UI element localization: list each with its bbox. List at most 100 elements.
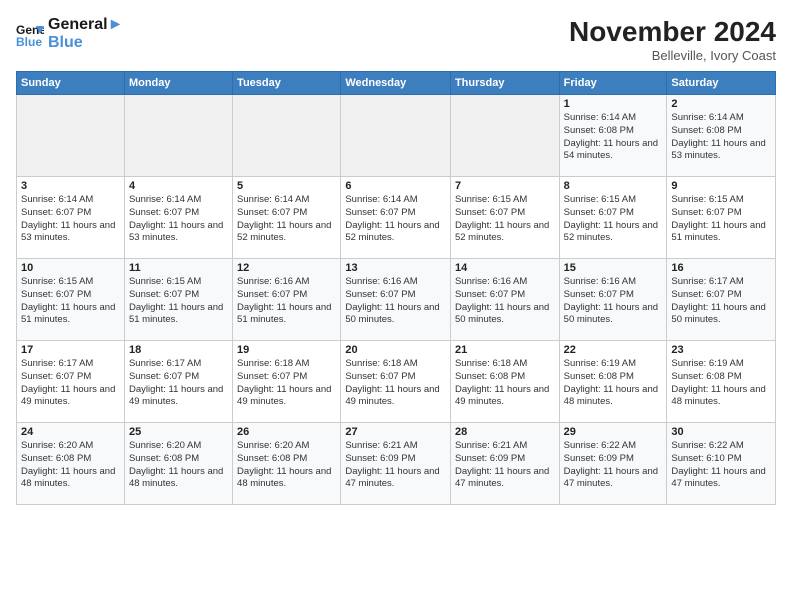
calendar-cell: 17 Sunrise: 6:17 AMSunset: 6:07 PMDayligh…	[17, 341, 125, 423]
calendar-cell: 20 Sunrise: 6:18 AMSunset: 6:07 PMDayligh…	[341, 341, 451, 423]
col-wednesday: Wednesday	[341, 72, 451, 95]
day-info: Sunrise: 6:15 AMSunset: 6:07 PMDaylight:…	[21, 276, 120, 327]
day-number: 29	[564, 426, 663, 438]
calendar-cell: 7 Sunrise: 6:15 AMSunset: 6:07 PMDaylight…	[450, 177, 559, 259]
day-info: Sunrise: 6:14 AMSunset: 6:07 PMDaylight:…	[345, 194, 446, 245]
calendar-cell	[450, 95, 559, 177]
calendar-cell: 6 Sunrise: 6:14 AMSunset: 6:07 PMDaylight…	[341, 177, 451, 259]
day-number: 12	[237, 262, 336, 274]
day-info: Sunrise: 6:19 AMSunset: 6:08 PMDaylight:…	[564, 358, 663, 409]
day-number: 15	[564, 262, 663, 274]
calendar-cell: 9Sunrise: 6:15 AMSunset: 6:07 PMDaylight…	[667, 177, 776, 259]
logo-icon: General Blue	[16, 20, 44, 48]
day-info: Sunrise: 6:16 AMSunset: 6:07 PMDaylight:…	[345, 276, 446, 327]
calendar-week-1: 1 Sunrise: 6:14 AMSunset: 6:08 PMDaylight…	[17, 95, 776, 177]
calendar-cell: 8 Sunrise: 6:15 AMSunset: 6:07 PMDaylight…	[559, 177, 667, 259]
day-number: 22	[564, 344, 663, 356]
calendar-cell: 13 Sunrise: 6:16 AMSunset: 6:07 PMDayligh…	[341, 259, 451, 341]
day-number: 4	[129, 180, 228, 192]
col-monday: Monday	[124, 72, 232, 95]
day-info: Sunrise: 6:18 AMSunset: 6:07 PMDaylight:…	[237, 358, 336, 409]
day-info: Sunrise: 6:22 AMSunset: 6:09 PMDaylight:…	[564, 440, 663, 491]
logo: General Blue General► Blue	[16, 16, 123, 51]
day-number: 26	[237, 426, 336, 438]
day-info: Sunrise: 6:16 AMSunset: 6:07 PMDaylight:…	[237, 276, 336, 327]
day-number: 7	[455, 180, 555, 192]
calendar-cell: 1 Sunrise: 6:14 AMSunset: 6:08 PMDaylight…	[559, 95, 667, 177]
calendar-week-2: 3Sunrise: 6:14 AMSunset: 6:07 PMDaylight…	[17, 177, 776, 259]
calendar-cell	[233, 95, 341, 177]
day-number: 17	[21, 344, 120, 356]
calendar-cell: 15Sunrise: 6:16 AMSunset: 6:07 PMDayligh…	[559, 259, 667, 341]
day-number: 27	[345, 426, 446, 438]
day-number: 23	[671, 344, 771, 356]
day-number: 30	[671, 426, 771, 438]
day-number: 8	[564, 180, 663, 192]
calendar-cell: 10 Sunrise: 6:15 AMSunset: 6:07 PMDayligh…	[17, 259, 125, 341]
day-info: Sunrise: 6:19 AMSunset: 6:08 PMDaylight:…	[671, 358, 771, 409]
calendar-cell: 14 Sunrise: 6:16 AMSunset: 6:07 PMDayligh…	[450, 259, 559, 341]
day-info: Sunrise: 6:17 AMSunset: 6:07 PMDaylight:…	[129, 358, 228, 409]
day-number: 5	[237, 180, 336, 192]
calendar-cell	[17, 95, 125, 177]
day-number: 14	[455, 262, 555, 274]
calendar-cell: 4Sunrise: 6:14 AMSunset: 6:07 PMDaylight…	[124, 177, 232, 259]
calendar-cell: 19 Sunrise: 6:18 AMSunset: 6:07 PMDayligh…	[233, 341, 341, 423]
day-info: Sunrise: 6:18 AMSunset: 6:07 PMDaylight:…	[345, 358, 446, 409]
calendar-cell: 26 Sunrise: 6:20 AMSunset: 6:08 PMDayligh…	[233, 423, 341, 505]
col-sunday: Sunday	[17, 72, 125, 95]
day-number: 2	[671, 98, 771, 110]
day-info: Sunrise: 6:22 AMSunset: 6:10 PMDaylight:…	[671, 440, 771, 491]
calendar-cell: 23 Sunrise: 6:19 AMSunset: 6:08 PMDayligh…	[667, 341, 776, 423]
calendar-header-row: Sunday Monday Tuesday Wednesday Thursday…	[17, 72, 776, 95]
day-info: Sunrise: 6:16 AMSunset: 6:07 PMDaylight:…	[455, 276, 555, 327]
day-number: 6	[345, 180, 446, 192]
calendar-cell: 5 Sunrise: 6:14 AMSunset: 6:07 PMDaylight…	[233, 177, 341, 259]
day-info: Sunrise: 6:14 AMSunset: 6:07 PMDaylight:…	[237, 194, 336, 245]
col-saturday: Saturday	[667, 72, 776, 95]
location: Belleville, Ivory Coast	[569, 48, 776, 63]
day-info: Sunrise: 6:15 AMSunset: 6:07 PMDaylight:…	[455, 194, 555, 245]
calendar-cell: 18Sunrise: 6:17 AMSunset: 6:07 PMDayligh…	[124, 341, 232, 423]
calendar-cell: 16 Sunrise: 6:17 AMSunset: 6:07 PMDayligh…	[667, 259, 776, 341]
day-number: 10	[21, 262, 120, 274]
calendar-week-3: 10 Sunrise: 6:15 AMSunset: 6:07 PMDayligh…	[17, 259, 776, 341]
day-info: Sunrise: 6:14 AMSunset: 6:08 PMDaylight:…	[671, 112, 771, 163]
logo-general: General	[48, 16, 108, 33]
logo-text-line2: Blue	[48, 34, 123, 52]
calendar-cell: 27 Sunrise: 6:21 AMSunset: 6:09 PMDayligh…	[341, 423, 451, 505]
day-info: Sunrise: 6:17 AMSunset: 6:07 PMDaylight:…	[671, 276, 771, 327]
page-header: General Blue General► Blue November 2024…	[16, 16, 776, 63]
day-info: Sunrise: 6:14 AMSunset: 6:08 PMDaylight:…	[564, 112, 663, 163]
day-info: Sunrise: 6:17 AMSunset: 6:07 PMDaylight:…	[21, 358, 120, 409]
day-info: Sunrise: 6:15 AMSunset: 6:07 PMDaylight:…	[564, 194, 663, 245]
day-info: Sunrise: 6:15 AMSunset: 6:07 PMDaylight:…	[671, 194, 771, 245]
logo-blue-arrow: ►	[108, 16, 124, 33]
calendar-week-5: 24 Sunrise: 6:20 AMSunset: 6:08 PMDayligh…	[17, 423, 776, 505]
calendar-cell: 21Sunrise: 6:18 AMSunset: 6:08 PMDayligh…	[450, 341, 559, 423]
day-number: 16	[671, 262, 771, 274]
day-number: 19	[237, 344, 336, 356]
day-number: 13	[345, 262, 446, 274]
day-info: Sunrise: 6:21 AMSunset: 6:09 PMDaylight:…	[455, 440, 555, 491]
day-number: 11	[129, 262, 228, 274]
month-title: November 2024	[569, 16, 776, 48]
day-info: Sunrise: 6:21 AMSunset: 6:09 PMDaylight:…	[345, 440, 446, 491]
calendar-week-4: 17 Sunrise: 6:17 AMSunset: 6:07 PMDayligh…	[17, 341, 776, 423]
day-number: 25	[129, 426, 228, 438]
calendar-cell	[341, 95, 451, 177]
calendar-cell	[124, 95, 232, 177]
title-area: November 2024 Belleville, Ivory Coast	[569, 16, 776, 63]
calendar-cell: 29 Sunrise: 6:22 AMSunset: 6:09 PMDayligh…	[559, 423, 667, 505]
day-info: Sunrise: 6:14 AMSunset: 6:07 PMDaylight:…	[21, 194, 120, 245]
day-info: Sunrise: 6:20 AMSunset: 6:08 PMDaylight:…	[237, 440, 336, 491]
day-number: 1	[564, 98, 663, 110]
calendar-cell: 30 Sunrise: 6:22 AMSunset: 6:10 PMDayligh…	[667, 423, 776, 505]
day-info: Sunrise: 6:18 AMSunset: 6:08 PMDaylight:…	[455, 358, 555, 409]
day-number: 20	[345, 344, 446, 356]
day-info: Sunrise: 6:20 AMSunset: 6:08 PMDaylight:…	[21, 440, 120, 491]
calendar-table: Sunday Monday Tuesday Wednesday Thursday…	[16, 71, 776, 505]
day-number: 28	[455, 426, 555, 438]
day-number: 24	[21, 426, 120, 438]
day-info: Sunrise: 6:15 AMSunset: 6:07 PMDaylight:…	[129, 276, 228, 327]
